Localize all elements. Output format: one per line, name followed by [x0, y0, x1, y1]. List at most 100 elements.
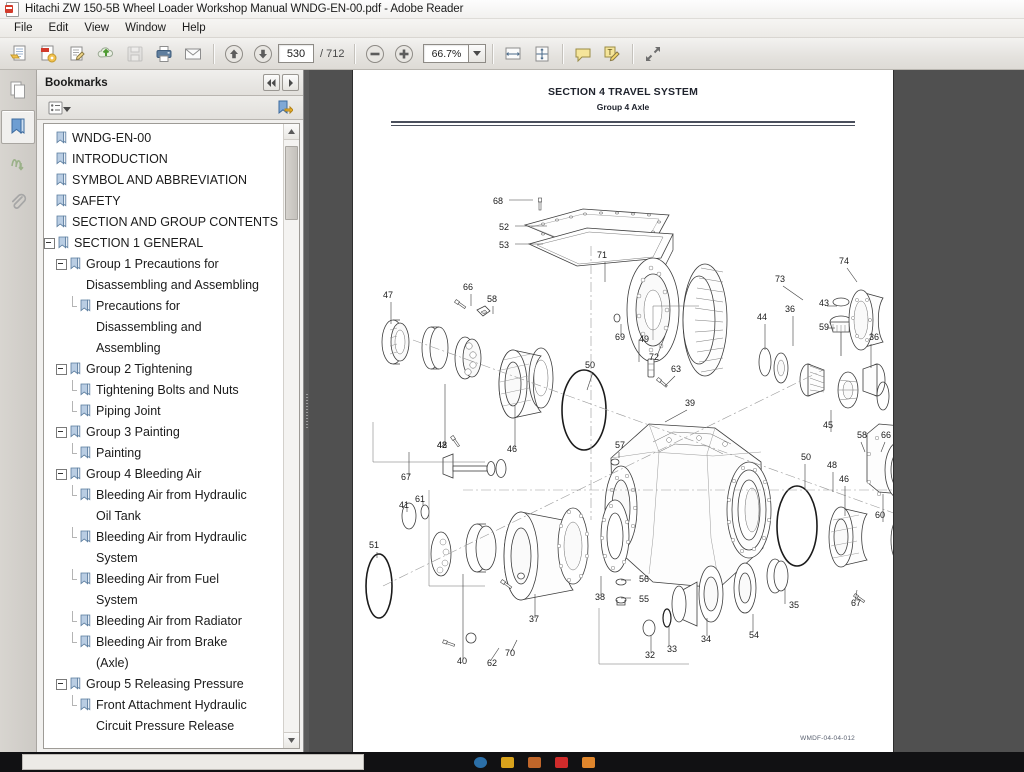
bookmark-item[interactable]: Bleeding Air from Fuel System [44, 569, 283, 611]
edit-pdf-button[interactable] [63, 40, 91, 68]
menu-edit[interactable]: Edit [41, 21, 77, 35]
scrollbar-track[interactable] [284, 140, 299, 732]
bookmark-item[interactable]: Tightening Bolts and Nuts [44, 380, 283, 401]
bookmark-item[interactable]: SYMBOL AND ABBREVIATION [44, 170, 283, 191]
bookmark-item[interactable]: Bleeding Air from Brake (Axle) [44, 632, 283, 674]
bookmark-ribbon-icon [80, 446, 91, 459]
bookmark-item[interactable]: Painting [44, 443, 283, 464]
bookmark-label: Front Attachment Hydraulic Circuit Press… [96, 698, 247, 733]
toolbar-separator [213, 43, 214, 64]
email-button[interactable] [179, 40, 207, 68]
svg-text:56: 56 [639, 574, 649, 584]
taskbar-icon-browser[interactable] [474, 756, 487, 768]
bookmark-collapse-toggle[interactable] [56, 364, 67, 375]
upload-cloud-button[interactable] [92, 40, 120, 68]
taskbar-icon-notes[interactable] [501, 756, 514, 768]
fit-width-button[interactable] [499, 40, 527, 68]
fullscreen-button[interactable] [639, 40, 667, 68]
adobe-reader-window: Hitachi ZW 150-5B Wheel Loader Workshop … [0, 0, 1024, 772]
bookmarks-tree[interactable]: WNDG-EN-00 INTRODUCTION SYMBOL AND ABBREVI… [44, 124, 283, 748]
workspace: Bookmarks WNDG-EN-00 INTRODUCTION SYMBOL… [0, 70, 1024, 752]
menu-help[interactable]: Help [174, 21, 214, 35]
bookmark-item[interactable]: Front Attachment Hydraulic Circuit Press… [44, 695, 283, 737]
taskbar-icon-folder[interactable] [528, 756, 541, 768]
bookmark-collapse-toggle[interactable] [56, 259, 67, 270]
bookmark-collapse-toggle[interactable] [56, 427, 67, 438]
bookmark-ribbon-icon [80, 404, 91, 417]
bookmark-item[interactable]: SECTION AND GROUP CONTENTS [44, 212, 283, 233]
chevron-down-icon[interactable] [468, 44, 487, 63]
scroll-up-button[interactable] [284, 124, 299, 140]
bookmark-item[interactable]: Bleeding Air from Hydraulic Oil Tank [44, 485, 283, 527]
signatures-button[interactable] [1, 147, 35, 181]
bookmark-item[interactable]: Piping Joint [44, 401, 283, 422]
bookmark-collapse-toggle[interactable] [56, 679, 67, 690]
bookmark-item[interactable]: Group 2 Tightening [44, 359, 283, 380]
bookmark-item[interactable]: Group 3 Painting [44, 422, 283, 443]
bookmark-label: SYMBOL AND ABBREVIATION [72, 173, 248, 187]
svg-text:71: 71 [597, 250, 607, 260]
bookmark-ribbon-icon [70, 425, 81, 438]
scrollbar-thumb[interactable] [285, 146, 298, 220]
create-pdf-button[interactable] [34, 40, 62, 68]
svg-text:38: 38 [595, 592, 605, 602]
bookmarks-scrollbar[interactable] [283, 124, 299, 748]
text-edit-button[interactable]: T [598, 40, 626, 68]
bookmark-collapse-toggle[interactable] [56, 469, 67, 480]
bookmark-label: Bleeding Air from Hydraulic System [96, 530, 247, 565]
bookmark-item[interactable]: WNDG-EN-00 [44, 128, 283, 149]
bookmark-item[interactable]: Group 1 Precautions for Disassembling an… [44, 254, 283, 296]
svg-text:58: 58 [857, 430, 867, 440]
print-button[interactable] [150, 40, 178, 68]
new-bookmark-icon[interactable] [273, 97, 297, 119]
bookmark-item[interactable]: Group 5 Releasing Pressure [44, 674, 283, 695]
zoom-in-button[interactable] [390, 40, 418, 68]
bookmark-collapse-toggle[interactable] [44, 238, 55, 249]
taskbar-icon-video[interactable] [555, 756, 568, 768]
bookmark-item[interactable]: Precautions for Disassembling and Assemb… [44, 296, 283, 359]
svg-text:32: 32 [645, 650, 655, 660]
svg-text:45: 45 [823, 420, 833, 430]
double-chevron-left-icon[interactable] [263, 74, 280, 91]
bookmark-item[interactable]: Group 4 Bleeding Air [44, 464, 283, 485]
window-title: Hitachi ZW 150-5B Wheel Loader Workshop … [25, 3, 464, 15]
svg-text:44: 44 [757, 312, 767, 322]
caret-down-icon[interactable] [63, 99, 71, 117]
svg-text:46: 46 [507, 444, 517, 454]
bookmark-item[interactable]: SECTION 1 GENERAL [44, 233, 283, 254]
next-page-button[interactable] [249, 40, 277, 68]
bookmarks-button[interactable] [1, 110, 35, 144]
previous-page-button[interactable] [220, 40, 248, 68]
bookmark-label: SECTION AND GROUP CONTENTS [72, 215, 279, 229]
document-viewer[interactable]: SECTION 4 TRAVEL SYSTEM Group 4 Axle 68 … [309, 70, 1024, 752]
svg-text:61: 61 [415, 494, 425, 504]
menu-window[interactable]: Window [117, 21, 174, 35]
bookmark-ribbon-icon [70, 362, 81, 375]
fit-page-button[interactable] [528, 40, 556, 68]
zoom-level-input[interactable]: 66.7% [423, 44, 469, 63]
bookmark-item[interactable]: SAFETY [44, 191, 283, 212]
attachments-button[interactable] [1, 184, 35, 218]
svg-text:68: 68 [493, 196, 503, 206]
taskbar-icon-app[interactable] [582, 756, 595, 768]
bookmark-ribbon-icon [56, 152, 67, 165]
bookmark-item[interactable]: Bleeding Air from Radiator [44, 611, 283, 632]
save-button[interactable] [121, 40, 149, 68]
bookmark-ribbon-icon [56, 173, 67, 186]
page-thumbnails-button[interactable] [1, 73, 35, 107]
add-comment-button[interactable] [569, 40, 597, 68]
bookmark-item[interactable]: Bleeding Air from Hydraulic System [44, 527, 283, 569]
svg-text:40: 40 [457, 656, 467, 666]
page-number-input[interactable]: 530 [278, 44, 314, 63]
toolbar-separator-2 [354, 43, 356, 64]
bookmark-ribbon-icon [80, 614, 91, 627]
scroll-down-button[interactable] [284, 732, 299, 748]
open-file-button[interactable] [5, 40, 33, 68]
taskbar-window-strip[interactable] [22, 754, 364, 770]
bookmark-item[interactable]: INTRODUCTION [44, 149, 283, 170]
menu-file[interactable]: File [6, 21, 41, 35]
chevron-right-icon[interactable] [282, 74, 299, 91]
zoom-out-button[interactable] [361, 40, 389, 68]
menu-view[interactable]: View [76, 21, 117, 35]
svg-text:69: 69 [615, 332, 625, 342]
